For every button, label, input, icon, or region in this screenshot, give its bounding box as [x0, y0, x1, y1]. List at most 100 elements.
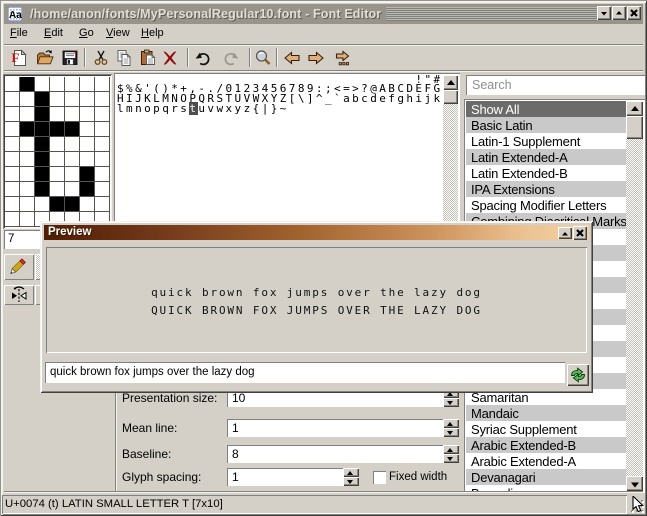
form-input[interactable]: 1: [227, 468, 343, 486]
block-list-item[interactable]: Arabic Extended-B: [466, 437, 626, 453]
search-input[interactable]: Search: [466, 75, 645, 95]
glyph-cell[interactable]: [65, 167, 80, 182]
block-list-item[interactable]: Mandaic: [466, 405, 626, 421]
block-list-item[interactable]: Arabic Extended-A: [466, 453, 626, 469]
copy-button[interactable]: [115, 49, 133, 67]
redo-button[interactable]: [222, 49, 240, 67]
glyph-cell[interactable]: [80, 197, 95, 212]
glyph-cell[interactable]: [35, 122, 50, 137]
glyph-cell[interactable]: [65, 137, 80, 152]
glyph-cell[interactable]: [50, 152, 65, 167]
spinner[interactable]: [443, 419, 459, 437]
glyph-cell[interactable]: [95, 182, 110, 197]
form-input[interactable]: 1: [227, 419, 443, 437]
glyph-cell[interactable]: [5, 77, 20, 92]
glyph-cell[interactable]: [20, 197, 35, 212]
spinner-up-button[interactable]: [343, 468, 359, 477]
glyph-cell[interactable]: [50, 197, 65, 212]
glyph-cell[interactable]: [50, 92, 65, 107]
glyph-cell[interactable]: [35, 197, 50, 212]
glyph-cell[interactable]: [80, 182, 95, 197]
fixed-width-checkbox[interactable]: [373, 471, 386, 484]
glyph-cell[interactable]: [50, 107, 65, 122]
glyph-cell[interactable]: [20, 107, 35, 122]
glyph-cell[interactable]: [20, 167, 35, 182]
glyph-pixel-grid[interactable]: [5, 77, 110, 227]
menu-go[interactable]: Go: [79, 27, 94, 39]
block-list-item[interactable]: Latin Extended-B: [466, 165, 626, 181]
block-list-item[interactable]: Syriac Supplement: [466, 421, 626, 437]
spinner-down-button[interactable]: [443, 454, 459, 463]
glyph-cell[interactable]: [20, 92, 35, 107]
preview-maximize-button[interactable]: [558, 227, 572, 239]
glyph-cell[interactable]: [80, 152, 95, 167]
glyph-cell[interactable]: [5, 197, 20, 212]
glyph-cell[interactable]: [65, 152, 80, 167]
glyph-cell[interactable]: [20, 122, 35, 137]
block-list-item[interactable]: Spacing Modifier Letters: [466, 197, 626, 213]
preview-close-button[interactable]: [573, 226, 587, 240]
zoom-button[interactable]: [254, 49, 272, 67]
glyph-cell[interactable]: [5, 152, 20, 167]
list-scroll-down-button[interactable]: [626, 476, 643, 491]
glyph-cell[interactable]: [80, 107, 95, 122]
glyph-cell[interactable]: [95, 137, 110, 152]
glyph-width-input[interactable]: 7: [4, 230, 40, 249]
glyph-cell[interactable]: [95, 107, 110, 122]
block-list-item[interactable]: Show All: [466, 101, 626, 117]
glyph-cell[interactable]: [95, 167, 110, 182]
glyph-cell[interactable]: [50, 137, 65, 152]
undo-button[interactable]: [194, 49, 212, 67]
glyph-cell[interactable]: [5, 137, 20, 152]
spinner-up-button[interactable]: [443, 445, 459, 454]
glyph-cell[interactable]: [65, 197, 80, 212]
glyph-cell[interactable]: [95, 152, 110, 167]
spinner[interactable]: [443, 445, 459, 463]
glyph-cell[interactable]: [95, 92, 110, 107]
form-input[interactable]: 8: [227, 445, 443, 463]
title-bar[interactable]: Aa /home/anon/fonts/MyPersonalRegular10.…: [4, 4, 643, 24]
glyph-cell[interactable]: [5, 167, 20, 182]
glyph-cell[interactable]: [35, 167, 50, 182]
menu-edit[interactable]: Edit: [44, 27, 63, 39]
glyph-cell[interactable]: [35, 92, 50, 107]
glyph-cell[interactable]: [5, 212, 20, 227]
glyph-cell[interactable]: [50, 167, 65, 182]
glyph-cell[interactable]: [35, 137, 50, 152]
glyph-cell[interactable]: [80, 137, 95, 152]
glyph-cell[interactable]: [5, 122, 20, 137]
glyph-cell[interactable]: [65, 122, 80, 137]
charmap-scroll-up-button[interactable]: [443, 75, 458, 90]
glyph-cell[interactable]: [20, 182, 35, 197]
list-scroll-thumb[interactable]: [626, 116, 643, 139]
spinner-down-button[interactable]: [443, 428, 459, 437]
preview-refresh-button[interactable]: [567, 364, 589, 386]
goto-button[interactable]: [332, 49, 350, 67]
delete-button[interactable]: [161, 49, 179, 67]
glyph-cell[interactable]: [80, 167, 95, 182]
spinner[interactable]: [343, 468, 359, 486]
glyph-cell[interactable]: [95, 122, 110, 137]
open-button[interactable]: [36, 49, 54, 67]
flip-horizontal-tool-button[interactable]: [4, 285, 34, 305]
new-font-button[interactable]: F: [11, 49, 29, 67]
forward-button[interactable]: [307, 49, 325, 67]
glyph-cell[interactable]: [5, 107, 20, 122]
block-list-item[interactable]: IPA Extensions: [466, 181, 626, 197]
preview-text-input[interactable]: quick brown fox jumps over the lazy dog: [45, 362, 565, 383]
preview-dialog-titlebar[interactable]: Preview: [44, 225, 589, 240]
spinner-down-button[interactable]: [343, 477, 359, 486]
menu-help[interactable]: Help: [141, 27, 164, 39]
glyph-cell[interactable]: [80, 92, 95, 107]
glyph-cell[interactable]: [65, 182, 80, 197]
block-list-scrollbar[interactable]: [626, 101, 643, 491]
block-list-item[interactable]: Devanagari: [466, 469, 626, 485]
glyph-cell[interactable]: [80, 122, 95, 137]
pencil-tool-button[interactable]: [4, 254, 34, 280]
maximize-button[interactable]: [612, 6, 626, 20]
glyph-cell[interactable]: [50, 182, 65, 197]
glyph-cell[interactable]: [35, 107, 50, 122]
list-scroll-up-button[interactable]: [626, 101, 643, 116]
paste-button[interactable]: [139, 49, 157, 67]
glyph-cell[interactable]: [20, 137, 35, 152]
